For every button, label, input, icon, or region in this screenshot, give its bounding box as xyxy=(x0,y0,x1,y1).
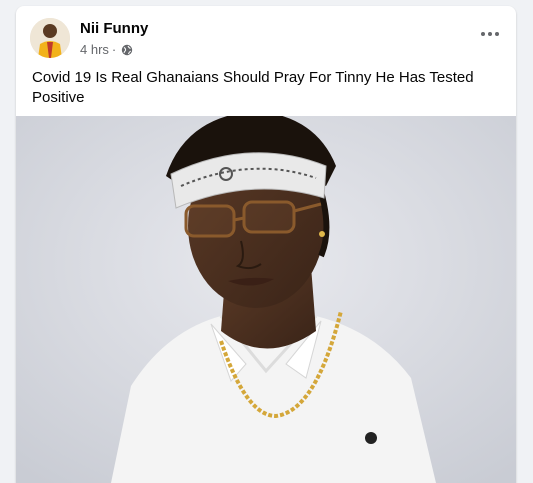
avatar-image xyxy=(30,18,70,58)
author-name[interactable]: Nii Funny xyxy=(80,20,148,37)
globe-icon[interactable] xyxy=(121,44,133,56)
post-photo xyxy=(16,116,516,483)
post-meta: 4 hrs · xyxy=(80,42,133,57)
more-options-button[interactable] xyxy=(476,24,504,44)
author-avatar[interactable] xyxy=(30,18,70,58)
post-caption: Covid 19 Is Real Ghanaians Should Pray F… xyxy=(32,69,474,106)
post-image[interactable] xyxy=(16,116,516,483)
post-time[interactable]: 4 hrs xyxy=(80,42,109,57)
meta-separator: · xyxy=(111,42,117,57)
more-dots-icon xyxy=(481,32,485,36)
post-card: Nii Funny 4 hrs · Covid 19 Is Real Ghana… xyxy=(16,6,516,483)
post-header: Nii Funny 4 hrs · xyxy=(16,6,516,64)
